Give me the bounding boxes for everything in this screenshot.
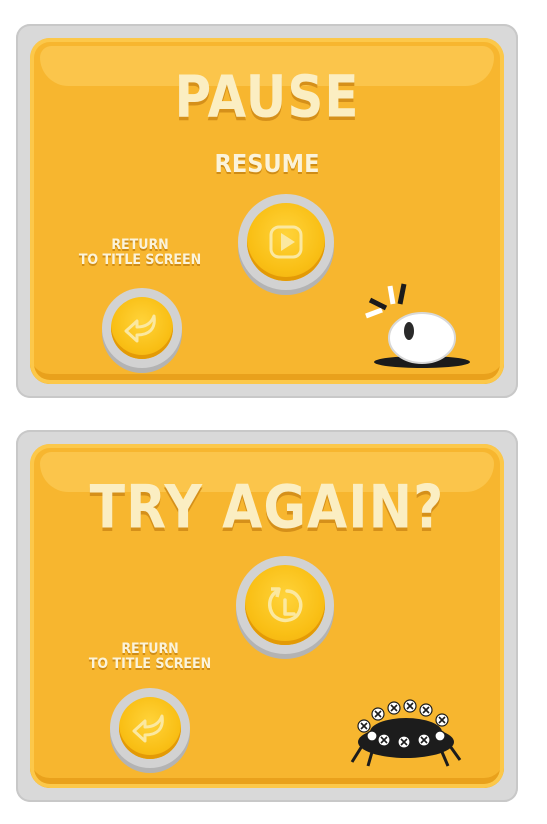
resume-label: RESUME	[214, 149, 320, 178]
return-to-title-button[interactable]	[110, 688, 190, 768]
try-again-panel: TRY AGAIN? RETURN TO TITLE SCREEN	[30, 444, 504, 788]
pause-panel-frame: PAUSE RESUME RETURN TO TITLE SCREEN	[16, 24, 518, 398]
eyeball-creature-icon	[365, 283, 470, 368]
defeated-creature-icon	[350, 699, 462, 767]
return-label: RETURN TO TITLE SCREEN	[88, 641, 212, 673]
resume-button[interactable]	[238, 194, 334, 290]
back-arrow-icon	[119, 697, 181, 759]
play-icon	[247, 203, 325, 281]
retry-button[interactable]	[236, 556, 334, 654]
return-label: RETURN TO TITLE SCREEN	[78, 237, 202, 269]
return-to-title-button[interactable]	[102, 288, 182, 368]
retry-icon	[245, 565, 325, 645]
try-again-title: TRY AGAIN?	[89, 473, 445, 543]
back-arrow-icon	[111, 297, 173, 359]
try-again-panel-frame: TRY AGAIN? RETURN TO TITLE SCREEN	[16, 430, 518, 802]
pause-panel: PAUSE RESUME RETURN TO TITLE SCREEN	[30, 38, 504, 384]
pause-title: PAUSE	[174, 63, 360, 131]
